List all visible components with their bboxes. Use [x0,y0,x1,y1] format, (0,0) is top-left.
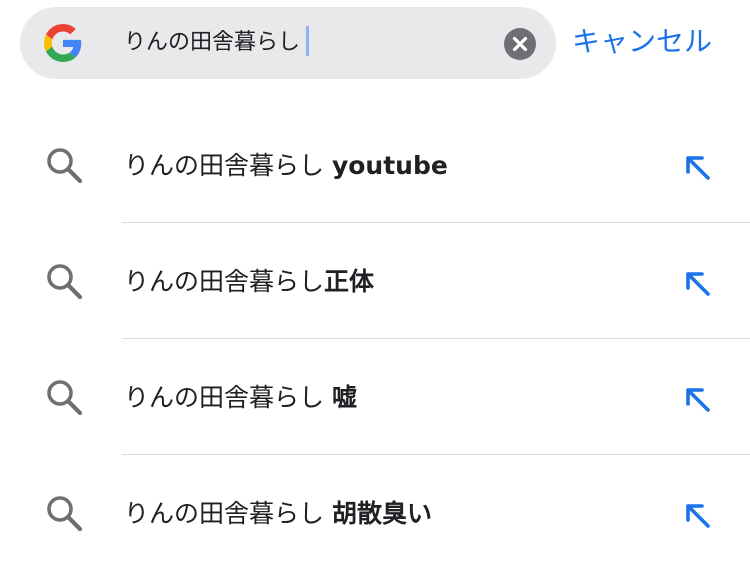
arrow-up-left-icon[interactable] [680,266,716,302]
suggestion-item[interactable]: りんの田舎暮らし youtube [0,106,750,222]
arrow-up-left-icon[interactable] [680,498,716,534]
suggestion-prefix: りんの田舎暮らし [124,383,332,412]
suggestion-prefix: りんの田舎暮らし [124,499,332,528]
google-g-icon [44,24,82,62]
search-icon [47,264,83,300]
suggestion-item[interactable]: りんの田舎暮らし 胡散臭い [0,454,750,569]
arrow-up-left-icon[interactable] [680,150,716,186]
search-bar[interactable]: りんの田舎暮らし [20,7,556,79]
suggestion-prefix: りんの田舎暮らし [124,267,325,296]
search-icon [47,148,83,184]
suggestion-completion: youtube [331,151,448,180]
suggestion-text: りんの田舎暮らし 胡散臭い [124,494,432,534]
suggestion-completion: 嘘 [331,383,357,412]
search-query-text: りんの田舎暮らし [124,30,301,55]
search-icon [47,380,83,416]
suggestion-text: りんの田舎暮らし youtube [124,146,448,186]
suggestion-completion: 正体 [324,267,375,296]
suggestion-prefix: りんの田舎暮らし [124,151,332,180]
search-screen: りんの田舎暮らし キャンセル りんの田舎暮らし youtube りんの田舎暮らし… [0,0,750,569]
suggestion-completion: 胡散臭い [331,499,432,528]
clear-icon [512,36,528,52]
suggestion-text: りんの田舎暮らし正体 [124,262,374,302]
suggestion-text: りんの田舎暮らし 嘘 [124,378,357,418]
search-icon [47,496,83,532]
cancel-button[interactable]: キャンセル [572,22,712,62]
arrow-up-left-icon[interactable] [680,382,716,418]
suggestion-item[interactable]: りんの田舎暮らし正体 [0,222,750,338]
clear-search-button[interactable] [504,28,536,60]
search-input[interactable]: りんの田舎暮らし [124,25,310,61]
suggestion-item[interactable]: りんの田舎暮らし 嘘 [0,338,750,454]
text-cursor [306,26,310,56]
